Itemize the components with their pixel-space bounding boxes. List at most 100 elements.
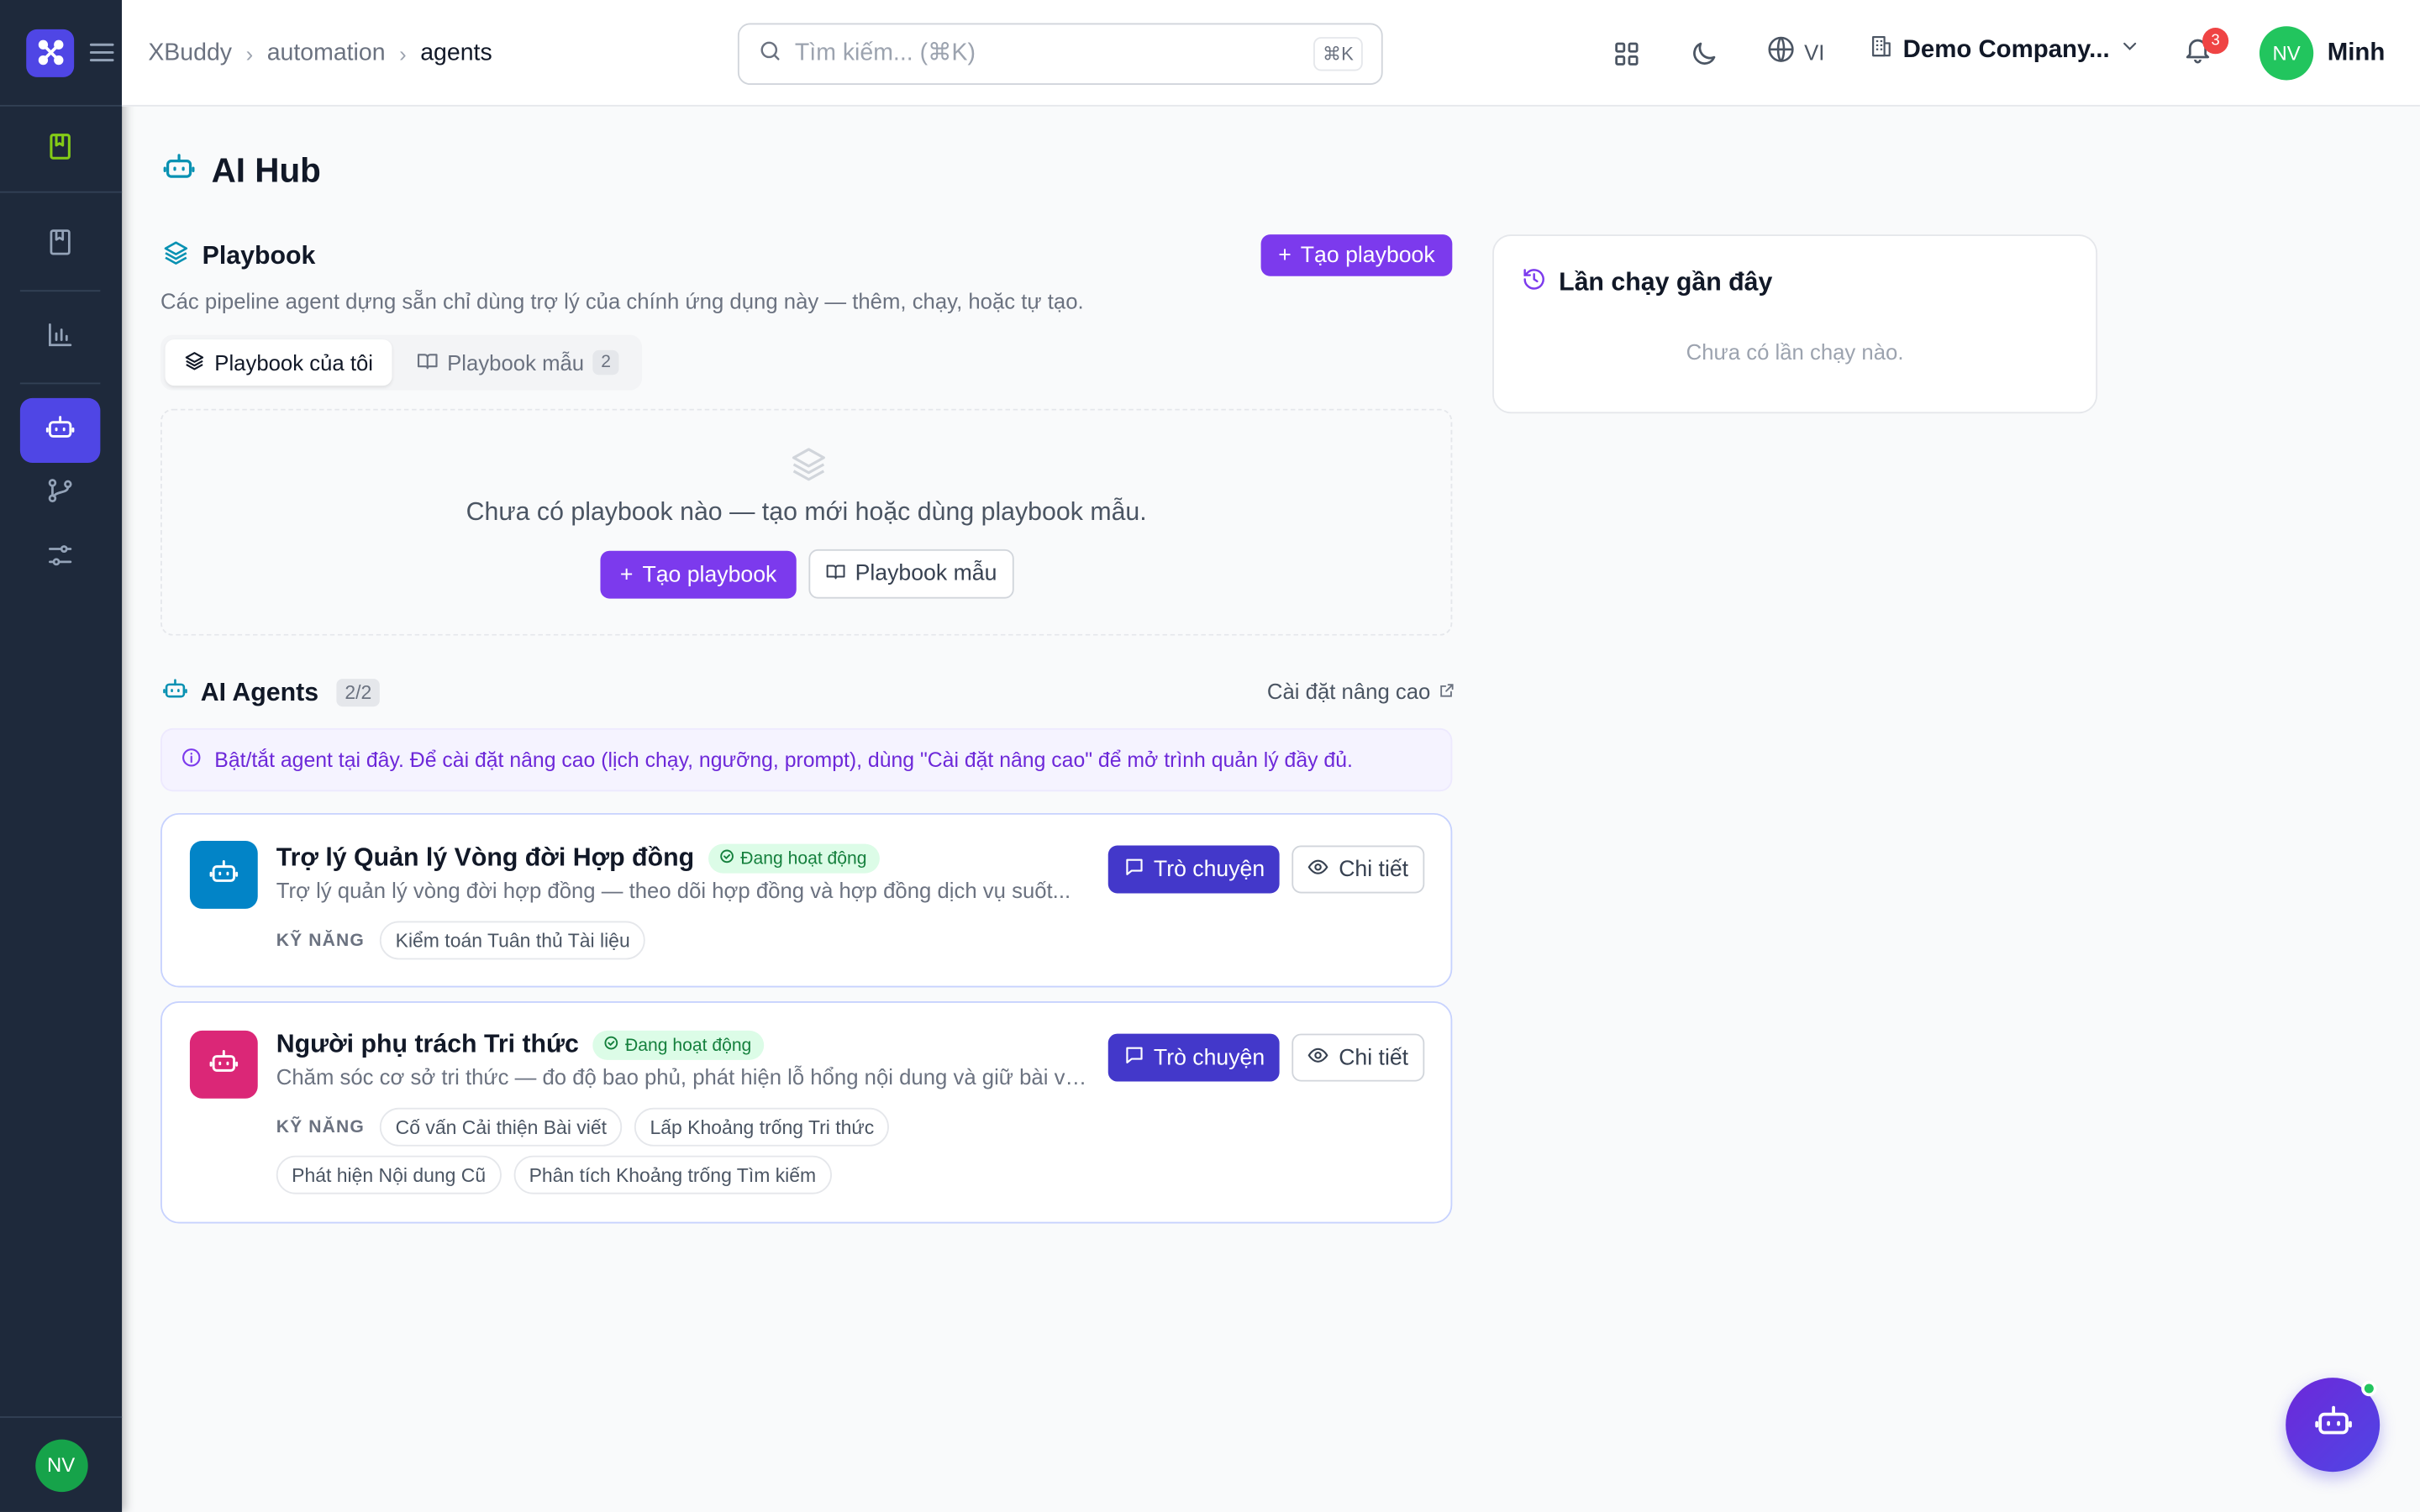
menu-toggle-icon[interactable] (87, 37, 118, 68)
sidebar-divider (0, 191, 123, 193)
agents-title: AI Agents (200, 678, 319, 706)
bot-icon (162, 150, 196, 192)
agents-info-banner: Bật/tắt agent tại đây. Để cài đặt nâng c… (160, 727, 1453, 792)
tab-template-playbooks[interactable]: Playbook mẫu 2 (397, 339, 637, 386)
skill-chip: Phân tích Khoảng trống Tìm kiếm (513, 1155, 832, 1194)
tab-my-playbooks[interactable]: Playbook của tôi (165, 339, 392, 386)
playbook-empty-state: Chưa có playbook nào — tạo mới hoặc dùng… (160, 408, 1453, 636)
company-name: Demo Company... (1902, 36, 2110, 63)
sliders-icon (45, 539, 76, 578)
company-selector[interactable]: Demo Company... (1869, 34, 2140, 66)
notebook-icon (45, 130, 76, 169)
status-badge: Đang hoạt động (708, 843, 880, 874)
bot-icon (162, 675, 188, 709)
language-switcher[interactable]: VI (1765, 34, 1824, 69)
recent-runs-label: Lần chạy gần đây (1559, 268, 1773, 297)
agent-avatar (189, 1030, 258, 1099)
info-text: Bật/tắt agent tại đây. Để cài đặt nâng c… (214, 748, 1353, 772)
layers-icon (162, 239, 190, 275)
sidebar-avatar[interactable]: NV (34, 1438, 87, 1492)
detail-button[interactable]: Chi tiết (1292, 1033, 1425, 1082)
search-input[interactable] (794, 39, 1302, 68)
bot-icon (208, 1045, 239, 1084)
bot-icon (2312, 1401, 2353, 1449)
search-shortcut: ⌘K (1313, 37, 1363, 71)
sidebar-item-workflows[interactable] (20, 461, 101, 526)
recent-runs-panel: Lần chạy gần đây Chưa có lần chạy nào. (1492, 234, 2098, 414)
user-menu[interactable]: NV Minh (2259, 26, 2386, 81)
notifications-button[interactable]: 3 (2182, 28, 2229, 74)
chevron-right-icon: › (245, 40, 254, 66)
tab-count-badge: 2 (593, 349, 619, 375)
agent-header: Trợ lý Quản lý Vòng đời Hợp đồng Đang ho… (276, 843, 880, 874)
message-square-icon (1123, 855, 1144, 883)
chevron-down-icon (2119, 35, 2141, 65)
dark-mode-moon-icon[interactable] (1684, 34, 1724, 74)
plus-icon: + (1278, 243, 1292, 268)
language-label: VI (1804, 39, 1825, 65)
sidebar-item-library[interactable] (20, 213, 101, 277)
bot-icon (208, 855, 239, 894)
sidebar-item-analytics[interactable] (20, 306, 101, 370)
breadcrumb-current: agents (420, 39, 492, 66)
skill-chip: Cố vấn Cải thiện Bài viết (380, 1107, 623, 1147)
button-label: Playbook mẫu (855, 561, 997, 586)
empty-create-playbook-button[interactable]: + Tạo playbook (600, 550, 797, 599)
advanced-settings-link[interactable]: Cài đặt nâng cao (1267, 679, 1455, 704)
chat-label: Trò chuyện (1153, 857, 1265, 882)
status-label: Đang hoạt động (740, 849, 867, 869)
assistant-fab-button[interactable] (2286, 1378, 2381, 1473)
eye-icon (1307, 855, 1329, 883)
page-title-text: AI Hub (211, 150, 321, 190)
search-icon (758, 38, 782, 71)
building-icon (1869, 34, 1893, 66)
skill-chip: Kiểm toán Tuân thủ Tài liệu (380, 921, 646, 960)
agent-skills-row-2: Phát hiện Nội dung Cũ Phân tích Khoảng t… (276, 1155, 832, 1194)
apps-grid-icon[interactable] (1607, 34, 1647, 74)
detail-button[interactable]: Chi tiết (1292, 845, 1425, 894)
breadcrumb-item[interactable]: automation (267, 39, 386, 67)
page-title: AI Hub (162, 150, 321, 192)
playbook-tabs: Playbook của tôi Playbook mẫu 2 (160, 334, 643, 391)
template-playbooks-button[interactable]: Playbook mẫu (808, 549, 1014, 599)
history-icon (1522, 267, 1546, 300)
create-playbook-button[interactable]: + Tạo playbook (1260, 234, 1453, 276)
sidebar-item-ai-hub[interactable] (19, 397, 101, 464)
detail-label: Chi tiết (1339, 857, 1409, 882)
user-name: Minh (2327, 39, 2386, 66)
skills-label: KỸ NĂNG (276, 931, 365, 950)
search-box[interactable]: ⌘K (737, 23, 1383, 86)
online-status-dot (2361, 1380, 2377, 1397)
create-playbook-label: Tạo playbook (1300, 243, 1435, 268)
agent-description: Trợ lý quản lý vòng đời hợp đồng — theo … (276, 878, 1071, 903)
sidebar-item-settings[interactable] (20, 526, 101, 591)
chat-button[interactable]: Trò chuyện (1107, 1033, 1280, 1082)
sidebar: NV (0, 0, 123, 1512)
chat-button[interactable]: Trò chuyện (1107, 845, 1280, 894)
sidebar-item-notebook[interactable] (20, 118, 101, 182)
plus-icon: + (619, 562, 634, 587)
recent-runs-empty: Chưa có lần chạy nào. (1686, 339, 1904, 365)
breadcrumb-item[interactable]: XBuddy (148, 39, 232, 67)
chat-label: Trò chuyện (1153, 1045, 1265, 1070)
agent-header: Người phụ trách Tri thức Đang hoạt động (276, 1030, 765, 1060)
message-square-icon (1123, 1044, 1144, 1072)
recent-runs-title: Lần chạy gần đây (1522, 267, 1772, 300)
agent-name: Người phụ trách Tri thức (276, 1030, 579, 1058)
avatar: NV (2259, 26, 2314, 81)
agents-count-badge: 2/2 (337, 679, 380, 707)
agent-avatar (189, 841, 258, 909)
info-circle-icon (181, 747, 203, 773)
playbook-title: Playbook (202, 242, 316, 270)
sidebar-divider (19, 382, 101, 385)
playbook-section-title: Playbook (162, 239, 315, 275)
chevron-right-icon: › (399, 40, 407, 66)
detail-label: Chi tiết (1339, 1045, 1409, 1070)
tab-label: Playbook của tôi (214, 349, 373, 375)
sidebar-divider (19, 290, 101, 292)
status-label: Đang hoạt động (624, 1036, 752, 1055)
app-logo-icon[interactable] (26, 28, 75, 76)
agent-card: Trợ lý Quản lý Vòng đời Hợp đồng Đang ho… (160, 812, 1453, 988)
layers-icon (184, 349, 206, 375)
notification-badge: 3 (2202, 28, 2229, 55)
